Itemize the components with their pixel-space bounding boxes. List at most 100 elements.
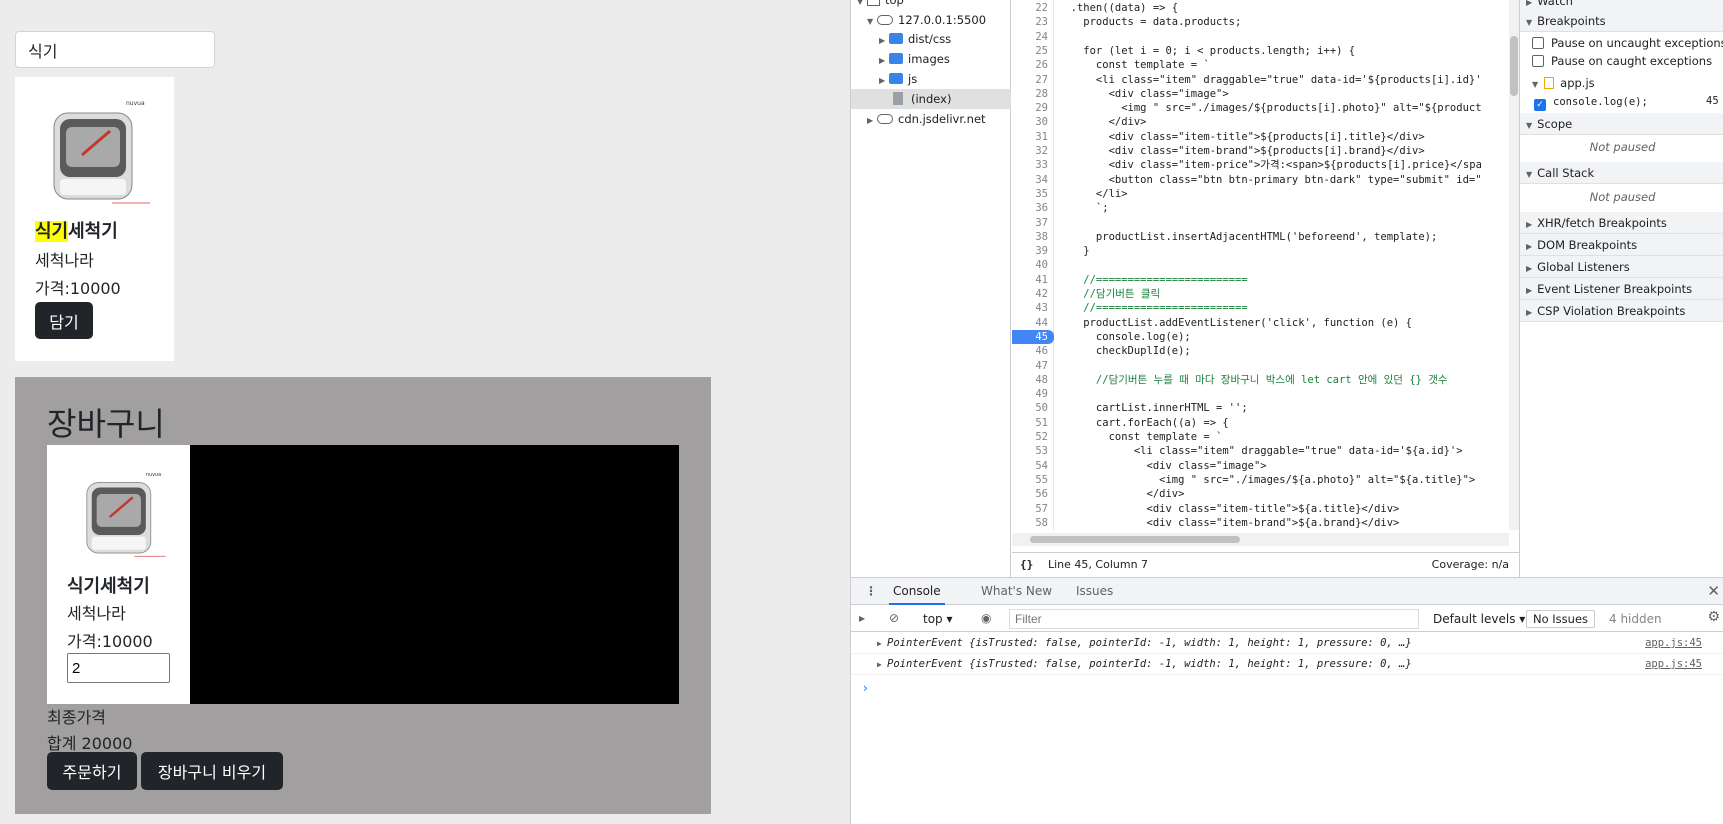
empty-cart-button[interactable]: 장바구니 비우기: [141, 752, 283, 790]
code-editor[interactable]: 22 23 24 25 26 27 28 29 30 31 32 33 34 35 36 37 38 39 40 41…: [1012, 0, 1519, 577]
console-filter-input[interactable]: [1009, 609, 1419, 629]
line-number[interactable]: 57: [1012, 502, 1054, 516]
log-source-link[interactable]: app.js:45: [1645, 654, 1702, 675]
chevron-right-icon[interactable]: ▶: [877, 633, 882, 654]
line-number[interactable]: 24: [1012, 30, 1054, 44]
breakpoint-entry[interactable]: ✓ console.log(e); 45: [1534, 92, 1719, 111]
event-listener-section[interactable]: ▶ Event Listener Breakpoints: [1520, 278, 1723, 300]
clear-console-icon[interactable]: ⊘: [889, 611, 899, 625]
line-number[interactable]: 58: [1012, 516, 1054, 530]
log-levels-dropdown[interactable]: Default levels ▾: [1433, 606, 1525, 632]
line-number[interactable]: 31: [1012, 130, 1054, 144]
log-source-link[interactable]: app.js:45: [1645, 633, 1702, 654]
context-selector[interactable]: top ▾: [923, 606, 953, 632]
line-number[interactable]: 23: [1012, 15, 1054, 29]
line-number[interactable]: 35: [1012, 187, 1054, 201]
line-number[interactable]: 46: [1012, 344, 1054, 358]
tree-item-index[interactable]: (index): [851, 89, 1011, 109]
checkbox[interactable]: [1532, 55, 1544, 67]
chevron-right-icon[interactable]: ▶: [877, 654, 882, 675]
section-label: CSP Violation Breakpoints: [1537, 304, 1686, 318]
horizontal-scrollbar[interactable]: [1012, 533, 1509, 546]
breakpoint-file[interactable]: ▼ app.js: [1532, 74, 1595, 92]
tree-item-dist-css[interactable]: ▶ dist/css: [851, 29, 1011, 49]
console-prompt[interactable]: ›: [863, 681, 868, 695]
call-stack-section[interactable]: ▼ Call Stack: [1520, 162, 1723, 184]
tab-issues[interactable]: Issues: [1076, 578, 1113, 605]
tab-whats-new[interactable]: What's New: [981, 578, 1052, 605]
gear-icon[interactable]: ⚙: [1707, 609, 1720, 625]
issues-button[interactable]: No Issues: [1526, 610, 1596, 628]
line-number[interactable]: 27: [1012, 73, 1054, 87]
check-icon[interactable]: ✓: [1534, 99, 1546, 111]
line-number[interactable]: 25: [1012, 44, 1054, 58]
vertical-scrollbar[interactable]: [1509, 0, 1519, 530]
line-number[interactable]: 34: [1012, 173, 1054, 187]
line-number[interactable]: 33: [1012, 158, 1054, 172]
line-number[interactable]: 47: [1012, 359, 1054, 373]
console-log-row[interactable]: ▶ PointerEvent {isTrusted: false, pointe…: [851, 654, 1723, 675]
line-number[interactable]: 55: [1012, 473, 1054, 487]
line-number[interactable]: 40: [1012, 258, 1054, 272]
line-number[interactable]: 38: [1012, 230, 1054, 244]
search-input[interactable]: [15, 31, 215, 68]
line-number[interactable]: 32: [1012, 144, 1054, 158]
code-line: const template = `: [1058, 431, 1223, 443]
pretty-print-button[interactable]: {}: [1020, 553, 1033, 577]
line-number[interactable]: 36: [1012, 201, 1054, 215]
code-area[interactable]: .then((data) => { products = data.produc…: [1054, 0, 1509, 530]
line-number[interactable]: 37: [1012, 216, 1054, 230]
line-number[interactable]: 53: [1012, 444, 1054, 458]
line-number[interactable]: 48: [1012, 373, 1054, 387]
breakpoint-line-number[interactable]: 45: [1012, 329, 1054, 344]
line-number[interactable]: 22: [1012, 1, 1054, 15]
call-stack-status: Not paused: [1589, 190, 1656, 204]
add-to-cart-button[interactable]: 담기: [35, 302, 93, 339]
line-number[interactable]: 56: [1012, 487, 1054, 501]
xhr-section[interactable]: ▶ XHR/fetch Breakpoints: [1520, 212, 1723, 234]
line-number[interactable]: 42: [1012, 287, 1054, 301]
line-number[interactable]: 54: [1012, 459, 1054, 473]
line-number[interactable]: 50: [1012, 401, 1054, 415]
scrollbar-thumb[interactable]: [1510, 36, 1518, 96]
code-line: productList.insertAdjacentHTML('beforeen…: [1058, 230, 1438, 243]
dom-section[interactable]: ▶ DOM Breakpoints: [1520, 234, 1723, 256]
line-number[interactable]: 49: [1012, 387, 1054, 401]
cart-item[interactable]: nuvua 식기세척기 세척나라 가격:10000: [47, 445, 190, 704]
tree-item-cdn[interactable]: ▶ cdn.jsdelivr.net: [851, 109, 1011, 129]
scope-section[interactable]: ▼ Scope: [1520, 113, 1723, 135]
checkbox[interactable]: [1532, 37, 1544, 49]
line-number[interactable]: 41: [1012, 273, 1054, 287]
eye-icon[interactable]: ◉: [981, 611, 991, 625]
global-listeners-section[interactable]: ▶ Global Listeners: [1520, 256, 1723, 278]
order-button[interactable]: 주문하기: [47, 752, 137, 790]
tree-item-images[interactable]: ▶ images: [851, 49, 1011, 69]
code-line: <button class="btn btn-primary btn-dark"…: [1058, 173, 1482, 186]
pause-caught-checkbox[interactable]: Pause on caught exceptions: [1532, 52, 1712, 70]
tab-console[interactable]: Console: [889, 578, 945, 605]
scrollbar-thumb[interactable]: [1030, 536, 1240, 543]
csp-section[interactable]: ▶ CSP Violation Breakpoints: [1520, 300, 1723, 322]
tree-item-top[interactable]: ▼ top: [851, 0, 1011, 10]
line-number[interactable]: 39: [1012, 244, 1054, 258]
line-number[interactable]: 44: [1012, 316, 1054, 330]
pause-uncaught-checkbox[interactable]: Pause on uncaught exceptions: [1532, 34, 1723, 52]
line-number[interactable]: 51: [1012, 416, 1054, 430]
line-number[interactable]: 29: [1012, 101, 1054, 115]
breakpoints-section[interactable]: ▼ Breakpoints: [1520, 10, 1723, 32]
more-options-icon[interactable]: ⋮: [865, 578, 877, 605]
chevron-right-icon: ▶: [1526, 264, 1533, 273]
cursor-position: Line 45, Column 7: [1048, 558, 1149, 571]
line-number[interactable]: 28: [1012, 87, 1054, 101]
close-icon[interactable]: ✕: [1707, 578, 1720, 605]
line-number-gutter[interactable]: 22 23 24 25 26 27 28 29 30 31 32 33 34 35 36 37 38 39 40 41…: [1012, 0, 1054, 530]
tree-item-host[interactable]: ▼ 127.0.0.1:5500: [851, 10, 1011, 30]
line-number[interactable]: 43: [1012, 301, 1054, 315]
line-number[interactable]: 26: [1012, 58, 1054, 72]
line-number[interactable]: 30: [1012, 115, 1054, 129]
tree-item-js[interactable]: ▶ js: [851, 69, 1011, 89]
line-number[interactable]: 52: [1012, 430, 1054, 444]
console-log-row[interactable]: ▶ PointerEvent {isTrusted: false, pointe…: [851, 633, 1723, 654]
quantity-input[interactable]: [67, 653, 170, 683]
sidebar-toggle-icon[interactable]: ▸: [859, 611, 865, 625]
